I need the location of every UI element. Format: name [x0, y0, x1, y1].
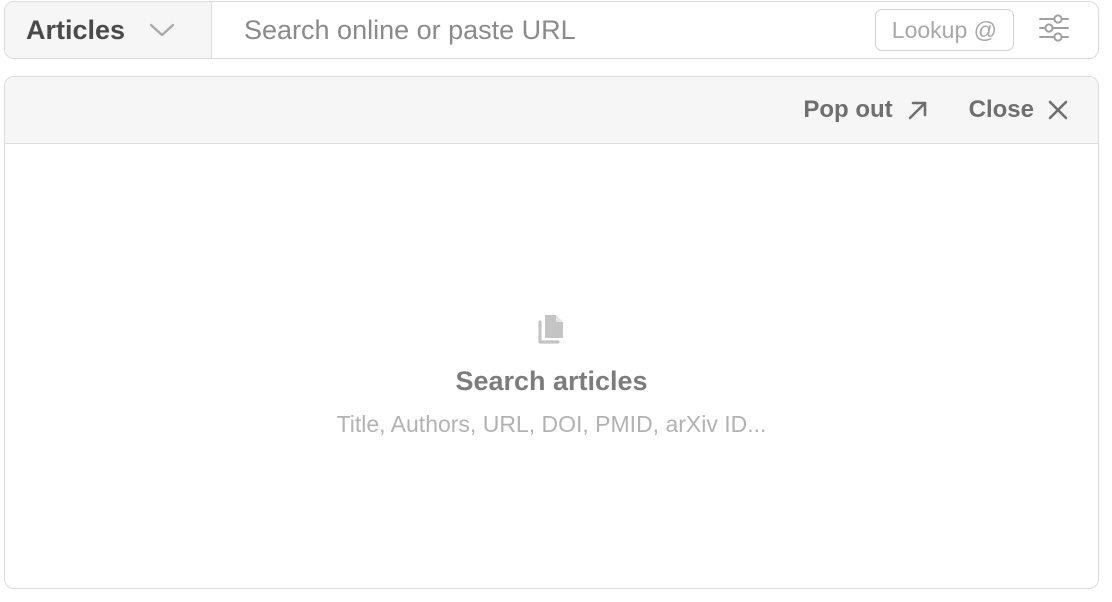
empty-state-subtitle: Title, Authors, URL, DOI, PMID, arXiv ID… — [336, 411, 767, 437]
close-label: Close — [968, 96, 1034, 123]
pop-out-button[interactable]: Pop out — [803, 96, 928, 124]
close-icon — [1048, 100, 1068, 120]
sliders-icon — [1038, 13, 1070, 47]
filter-button[interactable] — [1034, 10, 1074, 50]
empty-state: Search articles Title, Authors, URL, DOI… — [5, 313, 1098, 438]
empty-state-title: Search articles — [455, 366, 648, 396]
close-button[interactable]: Close — [969, 96, 1068, 124]
documents-icon — [537, 313, 567, 350]
panel-header: Pop out Close — [5, 77, 1098, 144]
arrow-up-right-icon — [907, 99, 929, 121]
article-type-label: Articles — [26, 14, 126, 45]
article-type-dropdown[interactable]: Articles — [5, 2, 212, 58]
lookup-button[interactable]: Lookup @ — [874, 9, 1014, 51]
pop-out-label: Pop out — [803, 96, 893, 123]
chevron-down-icon — [149, 22, 175, 38]
search-input[interactable] — [212, 2, 875, 58]
search-bar: Articles Lookup @ — [4, 1, 1099, 59]
search-results-panel: Pop out Close Search articles Title, Aut… — [4, 76, 1099, 589]
